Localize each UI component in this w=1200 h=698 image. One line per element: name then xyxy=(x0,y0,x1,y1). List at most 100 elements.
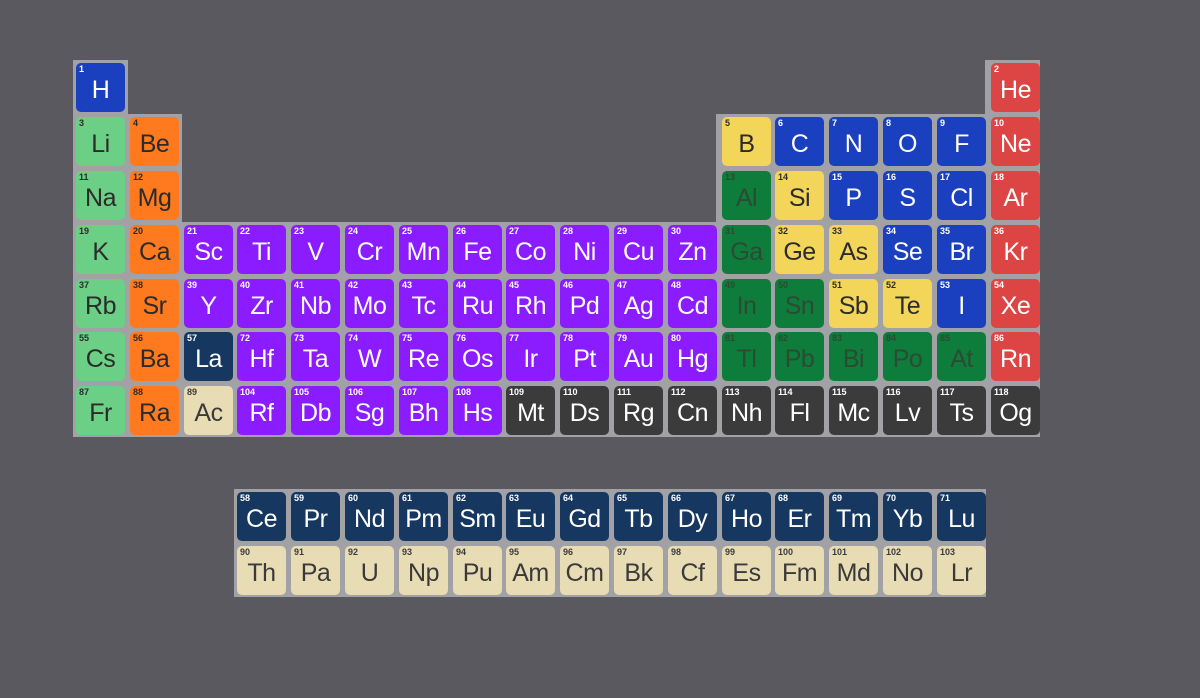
element-tile-cd[interactable]: 48 Cd xyxy=(668,279,717,328)
element-tile-eu[interactable]: 63 Eu xyxy=(506,492,555,541)
element-tile-pu[interactable]: 94 Pu xyxy=(453,546,502,595)
element-tile-rf[interactable]: 104 Rf xyxy=(237,386,286,435)
element-tile-rh[interactable]: 45 Rh xyxy=(506,279,555,328)
element-tile-fm[interactable]: 100 Fm xyxy=(775,546,824,595)
element-tile-am[interactable]: 95 Am xyxy=(506,546,555,595)
element-tile-ti[interactable]: 22 Ti xyxy=(237,225,286,274)
element-tile-tl[interactable]: 81 Tl xyxy=(722,332,771,381)
element-tile-li[interactable]: 3 Li xyxy=(76,117,125,166)
element-tile-ag[interactable]: 47 Ag xyxy=(614,279,663,328)
element-tile-h[interactable]: 1H xyxy=(76,63,125,112)
element-tile-lu[interactable]: 71 Lu xyxy=(937,492,986,541)
element-tile-in[interactable]: 49 In xyxy=(722,279,771,328)
element-tile-cm[interactable]: 96 Cm xyxy=(560,546,609,595)
element-tile-p[interactable]: 15 P xyxy=(829,171,878,220)
element-tile-br[interactable]: 35 Br xyxy=(937,225,986,274)
element-tile-c[interactable]: 6C xyxy=(775,117,824,166)
element-tile-co[interactable]: 27 Co xyxy=(506,225,555,274)
element-tile-cr[interactable]: 24 Cr xyxy=(345,225,394,274)
element-tile-nb[interactable]: 41 Nb xyxy=(291,279,340,328)
element-tile-po[interactable]: 84 Po xyxy=(883,332,932,381)
element-tile-zn[interactable]: 30 Zn xyxy=(668,225,717,274)
element-tile-tc[interactable]: 43 Tc xyxy=(399,279,448,328)
element-tile-th[interactable]: 90 Th xyxy=(237,546,286,595)
element-tile-tm[interactable]: 69 Tm xyxy=(829,492,878,541)
element-tile-pa[interactable]: 91 Pa xyxy=(291,546,340,595)
element-tile-bi[interactable]: 83 Bi xyxy=(829,332,878,381)
element-tile-ta[interactable]: 73 Ta xyxy=(291,332,340,381)
element-tile-pm[interactable]: 61 Pm xyxy=(399,492,448,541)
element-tile-si[interactable]: 14 Si xyxy=(775,171,824,220)
element-tile-lv[interactable]: 116 Lv xyxy=(883,386,932,435)
element-tile-ga[interactable]: 31 Ga xyxy=(722,225,771,274)
element-tile-hg[interactable]: 80 Hg xyxy=(668,332,717,381)
element-tile-fl[interactable]: 114 Fl xyxy=(775,386,824,435)
element-tile-au[interactable]: 79 Au xyxy=(614,332,663,381)
element-tile-be[interactable]: 4 Be xyxy=(130,117,179,166)
element-tile-ge[interactable]: 32 Ge xyxy=(775,225,824,274)
element-tile-yb[interactable]: 70 Yb xyxy=(883,492,932,541)
element-tile-bh[interactable]: 107 Bh xyxy=(399,386,448,435)
element-tile-te[interactable]: 52 Te xyxy=(883,279,932,328)
element-tile-lr[interactable]: 103 Lr xyxy=(937,546,986,595)
element-tile-ho[interactable]: 67 Ho xyxy=(722,492,771,541)
element-tile-sc[interactable]: 21 Sc xyxy=(184,225,233,274)
element-tile-zr[interactable]: 40 Zr xyxy=(237,279,286,328)
element-tile-la[interactable]: 57 La xyxy=(184,332,233,381)
element-tile-as[interactable]: 33 As xyxy=(829,225,878,274)
element-tile-he[interactable]: 2 He xyxy=(991,63,1040,112)
element-tile-pr[interactable]: 59 Pr xyxy=(291,492,340,541)
element-tile-n[interactable]: 7N xyxy=(829,117,878,166)
element-tile-mn[interactable]: 25 Mn xyxy=(399,225,448,274)
element-tile-cs[interactable]: 55 Cs xyxy=(76,332,125,381)
element-tile-hf[interactable]: 72 Hf xyxy=(237,332,286,381)
element-tile-se[interactable]: 34 Se xyxy=(883,225,932,274)
element-tile-na[interactable]: 11 Na xyxy=(76,171,125,220)
element-tile-og[interactable]: 118 Og xyxy=(991,386,1040,435)
element-tile-ba[interactable]: 56 Ba xyxy=(130,332,179,381)
element-tile-sb[interactable]: 51 Sb xyxy=(829,279,878,328)
element-tile-mo[interactable]: 42 Mo xyxy=(345,279,394,328)
element-tile-hs[interactable]: 108 Hs xyxy=(453,386,502,435)
element-tile-s[interactable]: 16 S xyxy=(883,171,932,220)
element-tile-es[interactable]: 99 Es xyxy=(722,546,771,595)
element-tile-at[interactable]: 85 At xyxy=(937,332,986,381)
element-tile-rg[interactable]: 111 Rg xyxy=(614,386,663,435)
element-tile-v[interactable]: 23 V xyxy=(291,225,340,274)
element-tile-ce[interactable]: 58 Ce xyxy=(237,492,286,541)
element-tile-u[interactable]: 92 U xyxy=(345,546,394,595)
element-tile-ru[interactable]: 44 Ru xyxy=(453,279,502,328)
element-tile-gd[interactable]: 64 Gd xyxy=(560,492,609,541)
element-tile-kr[interactable]: 36 Kr xyxy=(991,225,1040,274)
element-tile-o[interactable]: 8O xyxy=(883,117,932,166)
element-tile-nd[interactable]: 60 Nd xyxy=(345,492,394,541)
element-tile-rn[interactable]: 86 Rn xyxy=(991,332,1040,381)
element-tile-dy[interactable]: 66 Dy xyxy=(668,492,717,541)
element-tile-cl[interactable]: 17 Cl xyxy=(937,171,986,220)
element-tile-re[interactable]: 75 Re xyxy=(399,332,448,381)
element-tile-ni[interactable]: 28 Ni xyxy=(560,225,609,274)
element-tile-rb[interactable]: 37 Rb xyxy=(76,279,125,328)
element-tile-cu[interactable]: 29 Cu xyxy=(614,225,663,274)
element-tile-w[interactable]: 74 W xyxy=(345,332,394,381)
element-tile-db[interactable]: 105 Db xyxy=(291,386,340,435)
element-tile-ts[interactable]: 117 Ts xyxy=(937,386,986,435)
element-tile-ds[interactable]: 110 Ds xyxy=(560,386,609,435)
element-tile-b[interactable]: 5B xyxy=(722,117,771,166)
element-tile-bk[interactable]: 97 Bk xyxy=(614,546,663,595)
element-tile-pd[interactable]: 46 Pd xyxy=(560,279,609,328)
element-tile-mg[interactable]: 12 Mg xyxy=(130,171,179,220)
element-tile-np[interactable]: 93 Np xyxy=(399,546,448,595)
element-tile-md[interactable]: 101 Md xyxy=(829,546,878,595)
element-tile-xe[interactable]: 54 Xe xyxy=(991,279,1040,328)
element-tile-sg[interactable]: 106 Sg xyxy=(345,386,394,435)
element-tile-fr[interactable]: 87 Fr xyxy=(76,386,125,435)
element-tile-sn[interactable]: 50 Sn xyxy=(775,279,824,328)
element-tile-f[interactable]: 9F xyxy=(937,117,986,166)
element-tile-no[interactable]: 102 No xyxy=(883,546,932,595)
element-tile-os[interactable]: 76 Os xyxy=(453,332,502,381)
element-tile-ar[interactable]: 18 Ar xyxy=(991,171,1040,220)
element-tile-nh[interactable]: 113 Nh xyxy=(722,386,771,435)
element-tile-mc[interactable]: 115 Mc xyxy=(829,386,878,435)
element-tile-y[interactable]: 39 Y xyxy=(184,279,233,328)
